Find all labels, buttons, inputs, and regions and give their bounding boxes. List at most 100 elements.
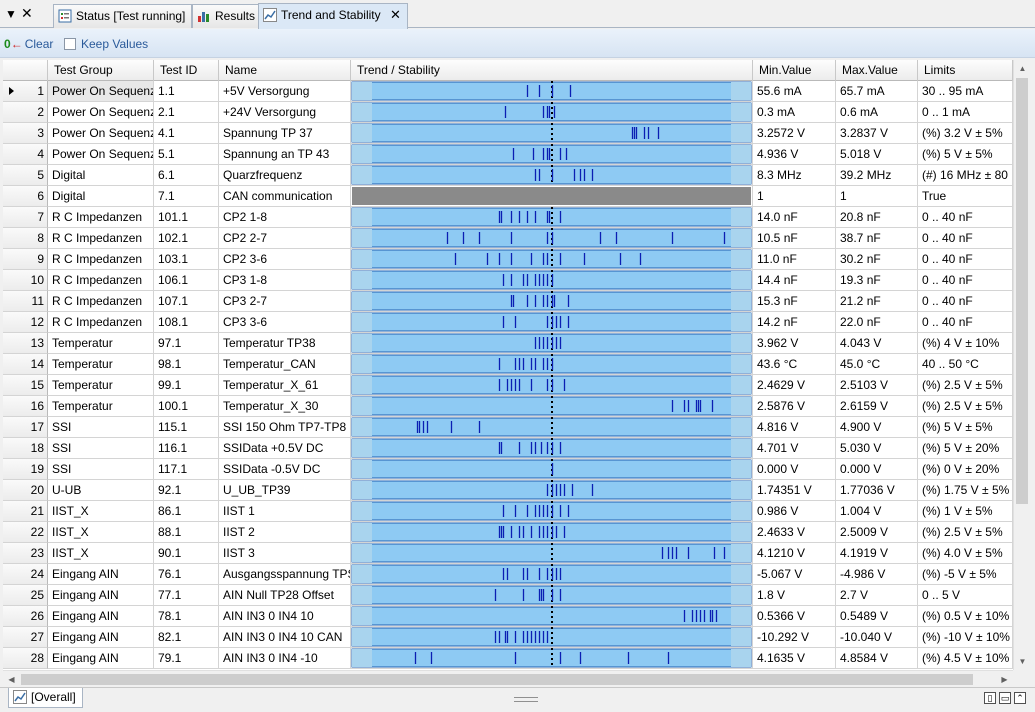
row-number[interactable]: 7 [3, 207, 48, 228]
horizontal-scroll-thumb[interactable] [21, 674, 973, 685]
row-number[interactable]: 9 [3, 249, 48, 270]
table-row[interactable]: 6 Digital 7.1 CAN communication 1 1 True [3, 186, 1013, 207]
table-row[interactable]: 5 Digital 6.1 Quarzfrequenz 8.3 MHz 39.2 MHz (… [3, 165, 1013, 186]
trend-cell [351, 585, 753, 606]
row-number[interactable]: 18 [3, 438, 48, 459]
row-number[interactable]: 2 [3, 102, 48, 123]
row-number[interactable]: 20 [3, 480, 48, 501]
table-row[interactable]: 20 U-UB 92.1 U_UB_TP39 1.74351 V 1.77036 V (%)… [3, 480, 1013, 501]
clear-button[interactable]: 0← Clear [4, 36, 53, 52]
close-icon[interactable]: ✕ [21, 3, 33, 23]
checkbox-icon[interactable] [64, 38, 76, 50]
header-min-value[interactable]: Min.Value [753, 60, 836, 81]
tab-overall[interactable]: [Overall] [8, 688, 83, 708]
row-number[interactable]: 25 [3, 585, 48, 606]
table-row[interactable]: 15 Temperatur 99.1 Temperatur_X_61 2.4629 V 2… [3, 375, 1013, 396]
limits-cell-text: (%) 5 V ± 5% [922, 420, 993, 434]
trend-bar [351, 291, 752, 311]
trend-cell [351, 81, 753, 102]
row-number[interactable]: 13 [3, 333, 48, 354]
table-row[interactable]: 1 Power On Sequenz 1.1 +5V Versorgung 55.6 m… [3, 81, 1013, 102]
row-number[interactable]: 12 [3, 312, 48, 333]
row-number[interactable]: 14 [3, 354, 48, 375]
table-row[interactable]: 4 Power On Sequenz 5.1 Spannung an TP 43 4.9… [3, 144, 1013, 165]
header-name[interactable]: Name [219, 60, 351, 81]
row-number[interactable]: 19 [3, 459, 48, 480]
header-limits[interactable]: Limits [918, 60, 1013, 81]
row-number[interactable]: 28 [3, 648, 48, 669]
row-number[interactable]: 4 [3, 144, 48, 165]
table-row[interactable]: 12 R C Impedanzen 108.1 CP3 3-6 14.2 nF 22.0 … [3, 312, 1013, 333]
dropdown-icon[interactable]: ▼ [5, 4, 17, 24]
table-row[interactable]: 8 R C Impedanzen 102.1 CP2 2-7 10.5 nF 38.7 n… [3, 228, 1013, 249]
row-number-text: 3 [37, 126, 44, 140]
table-row[interactable]: 2 Power On Sequenz 2.1 +24V Versorgung 0.3 m… [3, 102, 1013, 123]
row-number[interactable]: 23 [3, 543, 48, 564]
row-number[interactable]: 22 [3, 522, 48, 543]
scroll-right-icon[interactable]: ▶ [996, 671, 1013, 688]
header-trend-stability[interactable]: Trend / Stability [351, 60, 753, 81]
test-id-cell-text: 98.1 [158, 357, 182, 371]
header-max-value[interactable]: Max.Value [836, 60, 918, 81]
tab-results[interactable]: Results [192, 4, 263, 28]
table-row[interactable]: 3 Power On Sequenz 4.1 Spannung TP 37 3.2572… [3, 123, 1013, 144]
table-row[interactable]: 21 IIST_X 86.1 IIST 1 0.986 V 1.004 V (%) 1 V … [3, 501, 1013, 522]
row-number[interactable]: 16 [3, 396, 48, 417]
row-number[interactable]: 10 [3, 270, 48, 291]
header-test-id[interactable]: Test ID [154, 60, 219, 81]
table-row[interactable]: 26 Eingang AIN 78.1 AIN IN3 0 IN4 10 0.5366 … [3, 606, 1013, 627]
table-row[interactable]: 17 SSI 115.1 SSI 150 Ohm TP7-TP8 4.816 V 4.90… [3, 417, 1013, 438]
row-number[interactable]: 17 [3, 417, 48, 438]
min-value-cell: 4.816 V [753, 417, 836, 438]
table-row[interactable]: 23 IIST_X 90.1 IIST 3 4.1210 V 4.1919 V (%) 4.… [3, 543, 1013, 564]
min-value-cell-text: 4.816 V [757, 420, 799, 434]
vertical-scroll-thumb[interactable] [1016, 78, 1028, 504]
table-row[interactable]: 25 Eingang AIN 77.1 AIN Null TP28 Offset 1.8… [3, 585, 1013, 606]
row-number[interactable]: 27 [3, 627, 48, 648]
tab-menu[interactable]: ▼ ✕ [3, 4, 39, 24]
row-number[interactable]: 24 [3, 564, 48, 585]
close-icon[interactable]: ✕ [390, 7, 401, 22]
max-value-cell-text: 45.0 °C [840, 357, 881, 371]
row-number[interactable]: 3 [3, 123, 48, 144]
row-number[interactable]: 11 [3, 291, 48, 312]
table-row[interactable]: 16 Temperatur 100.1 Temperatur_X_30 2.5876 V… [3, 396, 1013, 417]
table-row[interactable]: 22 IIST_X 88.1 IIST 2 2.4633 V 2.5009 V (%) 2.… [3, 522, 1013, 543]
tile-horizontal-icon[interactable]: ▭ [999, 692, 1011, 704]
tab-trend-and-stability[interactable]: Trend and Stability ✕ [258, 3, 408, 29]
table-row[interactable]: 14 Temperatur 98.1 Temperatur_CAN 43.6 °C 45.… [3, 354, 1013, 375]
scroll-down-icon[interactable]: ▼ [1014, 653, 1031, 670]
keep-values-checkbox[interactable]: Keep Values [64, 36, 148, 52]
table-row[interactable]: 11 R C Impedanzen 107.1 CP3 2-7 15.3 nF 21.2 … [3, 291, 1013, 312]
table-row[interactable]: 7 R C Impedanzen 101.1 CP2 1-8 14.0 nF 20.8 n… [3, 207, 1013, 228]
row-number[interactable]: 26 [3, 606, 48, 627]
header-test-group[interactable]: Test Group [48, 60, 154, 81]
row-number[interactable]: 15 [3, 375, 48, 396]
table-row[interactable]: 9 R C Impedanzen 103.1 CP2 3-6 11.0 nF 30.2 n… [3, 249, 1013, 270]
row-number[interactable]: 5 [3, 165, 48, 186]
vertical-scrollbar[interactable]: ▲ ▼ [1013, 60, 1030, 670]
max-value-cell: 4.900 V [836, 417, 918, 438]
row-number[interactable]: 6 [3, 186, 48, 207]
name-cell: +5V Versorgung [219, 81, 351, 102]
scroll-up-icon[interactable]: ▲ [1014, 60, 1031, 77]
table-row[interactable]: 19 SSI 117.1 SSIData -0.5V DC 0.000 V 0.000 V… [3, 459, 1013, 480]
tab-status[interactable]: Status [Test running] [53, 4, 193, 28]
row-number[interactable]: 21 [3, 501, 48, 522]
table-row[interactable]: 13 Temperatur 97.1 Temperatur TP38 3.962 V 4.… [3, 333, 1013, 354]
clear-label: Clear [24, 37, 54, 51]
horizontal-scrollbar[interactable]: ◀ ▶ [3, 670, 1013, 687]
splitter-grip[interactable] [514, 697, 538, 702]
table-row[interactable]: 24 Eingang AIN 76.1 Ausgangsspannung TPS -5.… [3, 564, 1013, 585]
row-number[interactable]: 8 [3, 228, 48, 249]
name-cell-text: Quarzfrequenz [223, 168, 303, 182]
tile-vertical-icon[interactable]: ▯ [984, 692, 996, 704]
table-row[interactable]: 10 R C Impedanzen 106.1 CP3 1-8 14.4 nF 19.3 … [3, 270, 1013, 291]
min-value-cell: 0.000 V [753, 459, 836, 480]
row-number[interactable]: 1 [3, 81, 48, 102]
table-row[interactable]: 28 Eingang AIN 79.1 AIN IN3 0 IN4 -10 4.1635… [3, 648, 1013, 669]
table-row[interactable]: 18 SSI 116.1 SSIData +0.5V DC 4.701 V 5.030 V… [3, 438, 1013, 459]
scroll-left-icon[interactable]: ◀ [3, 671, 20, 688]
table-row[interactable]: 27 Eingang AIN 82.1 AIN IN3 0 IN4 10 CAN -10… [3, 627, 1013, 648]
collapse-icon[interactable]: ⌃ [1014, 692, 1026, 704]
